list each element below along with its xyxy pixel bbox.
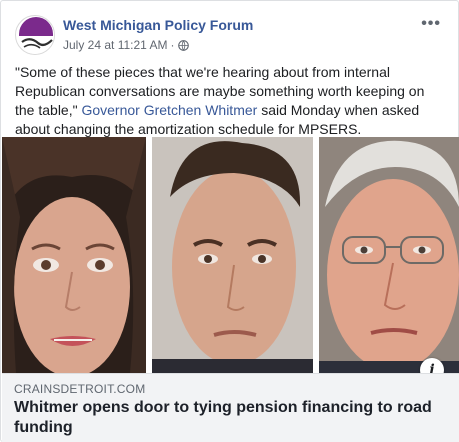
post-message: "Some of these pieces that we're hearing… (15, 63, 447, 139)
photo-man-young (152, 137, 313, 373)
meta-separator: · (170, 38, 175, 52)
globe-icon[interactable] (177, 39, 189, 51)
west-michigan-logo-icon (17, 17, 54, 54)
post-header: West Michigan Policy Forum July 24 at 11… (15, 13, 445, 57)
link-preview-caption[interactable]: CRAINSDETROIT.COM Whitmer opens door to … (2, 373, 459, 442)
link-preview-image[interactable] (2, 137, 459, 373)
photo-whitmer (2, 137, 146, 373)
facebook-post-card: West Michigan Policy Forum July 24 at 11… (0, 0, 459, 442)
mention-link[interactable]: Governor Gretchen Whitmer (81, 102, 257, 118)
page-name-link[interactable]: West Michigan Policy Forum (63, 17, 253, 33)
more-options-icon[interactable]: ••• (421, 15, 441, 33)
page-avatar[interactable] (15, 15, 55, 55)
link-domain: CRAINSDETROIT.COM (14, 382, 146, 396)
photo-man-older (319, 137, 459, 373)
post-meta: July 24 at 11:21 AM · (63, 38, 189, 52)
post-timestamp[interactable]: July 24 at 11:21 AM (63, 38, 168, 52)
link-title[interactable]: Whitmer opens door to tying pension fina… (14, 398, 434, 438)
